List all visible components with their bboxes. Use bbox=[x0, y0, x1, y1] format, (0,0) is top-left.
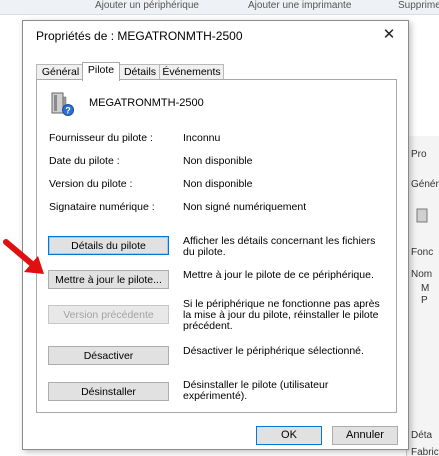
date-value: Non disponible bbox=[183, 155, 253, 167]
driver-details-button[interactable]: Détails du pilote bbox=[48, 236, 169, 255]
provider-value: Inconnu bbox=[183, 132, 221, 144]
properties-dialog: Propriétés de : MEGATRONMTH-2500 ✕ Génér… bbox=[22, 20, 409, 450]
bg-add-device-link[interactable]: Ajouter un périphérique bbox=[95, 0, 199, 11]
uninstall-driver-description: Désinstaller le pilote (utilisateur expé… bbox=[183, 379, 329, 402]
background-toolbar: Ajouter un périphérique Ajouter une impr… bbox=[0, 0, 439, 15]
bg-remove-link[interactable]: Supprimer bbox=[398, 0, 439, 11]
bg-text: Pro bbox=[411, 149, 427, 160]
bg-text: Génér bbox=[411, 179, 439, 190]
bg-text: M bbox=[421, 283, 430, 294]
tab-general[interactable]: Général bbox=[36, 64, 85, 80]
uninstall-driver-button[interactable]: Désinstaller bbox=[48, 382, 169, 401]
update-driver-button[interactable]: Mettre à jour le pilote... bbox=[48, 270, 169, 289]
roll-back-driver-button: Version précédente bbox=[48, 305, 169, 324]
date-label: Date du pilote : bbox=[49, 155, 120, 167]
update-driver-description: Mettre à jour le pilote de ce périphériq… bbox=[183, 269, 374, 281]
device-name: MEGATRONMTH-2500 bbox=[89, 97, 204, 109]
bg-device-icon bbox=[416, 208, 428, 223]
disable-device-description: Désactiver le périphérique sélectionné. bbox=[183, 345, 364, 357]
annotation-arrow-icon bbox=[3, 239, 44, 274]
version-label: Version du pilote : bbox=[49, 178, 133, 190]
disable-device-button[interactable]: Désactiver bbox=[48, 346, 169, 365]
driver-details-description: Afficher les détails concernant les fich… bbox=[183, 235, 376, 258]
signer-label: Signataire numérique : bbox=[49, 201, 155, 213]
svg-text:?: ? bbox=[65, 106, 71, 116]
tab-driver[interactable]: Pilote bbox=[82, 62, 120, 81]
bg-text: Déta bbox=[411, 430, 433, 441]
ok-button[interactable]: OK bbox=[256, 426, 322, 445]
title-bar[interactable]: Propriétés de : MEGATRONMTH-2500 ✕ bbox=[23, 21, 408, 51]
tab-details[interactable]: Détails bbox=[118, 64, 162, 80]
bg-text: Fabric bbox=[411, 447, 439, 456]
device-icon: ? bbox=[51, 92, 74, 116]
close-icon[interactable]: ✕ bbox=[378, 25, 400, 45]
bg-text: Fonc bbox=[411, 247, 434, 258]
background-window: Pro Génér Fonc Nom M P Déta Fabric bbox=[406, 136, 439, 456]
roll-back-driver-description: Si le périphérique ne fonctionne pas apr… bbox=[183, 298, 380, 332]
bg-text: Nom bbox=[411, 269, 433, 280]
tab-events[interactable]: Événements bbox=[159, 64, 224, 80]
bg-add-printer-link[interactable]: Ajouter une imprimante bbox=[248, 0, 351, 11]
bg-text: P bbox=[421, 295, 428, 306]
provider-label: Fournisseur du pilote : bbox=[49, 132, 153, 144]
driver-panel: ? MEGATRONMTH-2500 Fournisseur du pilote… bbox=[36, 79, 397, 413]
cancel-button[interactable]: Annuler bbox=[332, 426, 398, 445]
dialog-title: Propriétés de : MEGATRONMTH-2500 bbox=[36, 29, 243, 43]
signer-value: Non signé numériquement bbox=[183, 201, 307, 213]
version-value: Non disponible bbox=[183, 178, 253, 190]
